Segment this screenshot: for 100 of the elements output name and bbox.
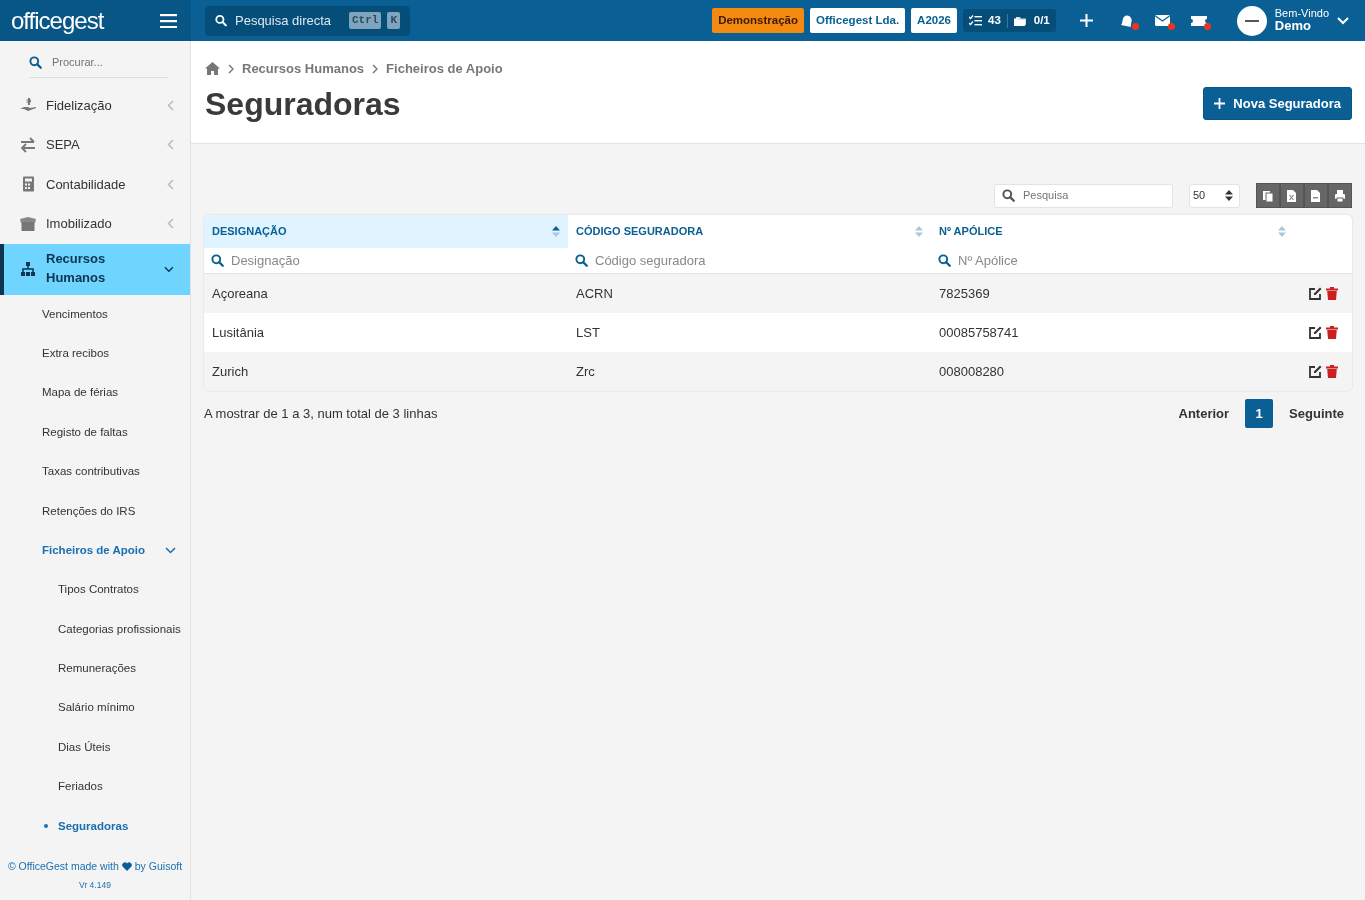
chevron-right-icon — [228, 63, 234, 74]
table-cell-text: Zrc — [575, 362, 596, 381]
envelope-icon — [1154, 13, 1171, 28]
page-size-select[interactable]: 50 — [1189, 183, 1240, 208]
menu-item[interactable]: Salário mínimo — [0, 688, 190, 728]
badge[interactable]: Officegest Lda. — [810, 7, 906, 34]
search-icon — [211, 254, 224, 267]
csv-button[interactable] — [1304, 183, 1328, 208]
folder-icon — [1013, 15, 1028, 26]
plus-icon[interactable] — [1079, 14, 1093, 27]
menu-icon[interactable] — [160, 13, 177, 28]
trash-icon[interactable] — [1326, 326, 1338, 339]
logo: officegest — [11, 8, 104, 33]
chevron-right-icon — [372, 63, 379, 74]
table-cell-text: ACRN — [575, 284, 614, 303]
menu-item[interactable]: Fidelização — [0, 85, 190, 125]
counter: 43 — [988, 12, 1001, 28]
bell-icon — [1118, 13, 1135, 28]
home-icon[interactable] — [205, 62, 220, 76]
new-button[interactable]: Nova Seguradora — [1203, 86, 1352, 121]
menu-item[interactable]: Retenções do IRS — [0, 491, 190, 531]
table-cell-text: 008008280 — [938, 362, 1006, 381]
menu-item[interactable]: Vencimentos — [0, 294, 190, 334]
menu-item[interactable]: Categorias profissionais — [0, 609, 190, 649]
page-button[interactable]: 1 — [1245, 399, 1274, 428]
menu-item[interactable]: Remunerações — [0, 649, 190, 689]
search-field[interactable]: Procurar... — [50, 53, 160, 72]
copy-button[interactable] — [1256, 183, 1280, 208]
next-link[interactable]: Seguinte — [1289, 403, 1344, 424]
keyboard-key: K — [387, 12, 400, 29]
sort-icon — [915, 226, 923, 237]
checklist-icon — [969, 15, 982, 26]
table-cell-text: Lusitânia — [211, 323, 266, 342]
hand-coin-icon — [20, 97, 36, 114]
excel-file-icon — [1287, 189, 1297, 202]
table-cell-text: 00085758741 — [938, 323, 1020, 342]
table-cell-text: 7825369 — [938, 284, 991, 303]
credit-text[interactable]: by Guisoft — [134, 858, 183, 875]
excel-button[interactable] — [1280, 183, 1304, 208]
search-field[interactable]: Pesquisa directa — [233, 9, 343, 32]
menu-item[interactable]: Seguradoras — [0, 806, 190, 846]
menu-item[interactable]: Feriados — [0, 767, 190, 807]
edit-icon[interactable] — [1309, 326, 1322, 339]
badge[interactable]: Demonstração — [712, 7, 804, 34]
plus-icon — [1214, 98, 1226, 110]
table-info: A mostrar de 1 a 3, num total de 3 linhas — [204, 404, 438, 423]
breadcrumb-link[interactable]: Recursos Humanos — [242, 59, 365, 79]
table-cell-text: Zurich — [211, 362, 250, 381]
chevron-down-icon[interactable] — [165, 547, 176, 555]
sort-icon — [552, 226, 560, 237]
search-icon — [215, 14, 227, 27]
menu-item[interactable]: Imobilizado — [0, 204, 190, 244]
greeting: Bem-Vindo — [1274, 7, 1329, 20]
version-text: Vr 4.149 — [78, 879, 112, 892]
column-header[interactable]: Nº APÓLICE — [931, 215, 1294, 248]
menu-item[interactable]: SEPA — [0, 125, 190, 165]
avatar — [1236, 5, 1267, 36]
search-box[interactable]: Pesquisa — [994, 183, 1173, 208]
credit-text: © OfficeGest made with — [7, 858, 119, 874]
trash-icon[interactable] — [1326, 365, 1338, 378]
menu-item[interactable]: Recursos Humanos — [0, 243, 190, 295]
sitemap-icon — [20, 261, 36, 277]
search-icon — [575, 254, 588, 267]
menu-item[interactable]: Mapa de férias — [0, 373, 190, 413]
search-icon — [29, 55, 42, 69]
search-box[interactable]: Pesquisa directa Ctrl K — [205, 5, 410, 36]
menu-item[interactable]: Taxas contributivas — [0, 452, 190, 492]
print-button[interactable] — [1328, 183, 1352, 208]
menu-item[interactable]: Registo de faltas — [0, 412, 190, 453]
column-header[interactable]: CÓDIGO SEGURADORA — [568, 215, 931, 248]
calculator-icon — [20, 176, 36, 193]
edit-icon[interactable] — [1309, 287, 1322, 300]
sort-icon — [1278, 226, 1286, 237]
user-name[interactable]: Demo — [1274, 19, 1329, 34]
keyboard-key: Ctrl — [349, 12, 382, 29]
csv-file-icon — [1311, 189, 1321, 202]
menu-item[interactable]: Tipos Contratos — [0, 570, 190, 610]
menu-item[interactable]: Contabilidade — [0, 164, 190, 204]
column-header[interactable]: DESIGNAÇÃO — [204, 215, 568, 248]
search-icon — [938, 254, 951, 267]
heart-icon — [121, 861, 132, 871]
print-icon — [1335, 189, 1345, 202]
chevron-down-icon[interactable] — [164, 265, 174, 273]
page-title: Seguradoras — [205, 84, 401, 123]
previous-link[interactable]: Anterior — [1178, 403, 1230, 424]
counter: 0/1 — [1033, 12, 1050, 28]
table-cell-text: LST — [575, 323, 601, 342]
badge[interactable]: A2026 — [911, 7, 957, 34]
search-icon — [1002, 189, 1015, 202]
menu-item[interactable]: Ficheiros de Apoio — [0, 530, 190, 571]
box-icon — [20, 215, 36, 232]
menu-item[interactable]: Extra recibos — [0, 333, 190, 374]
menu-item[interactable]: Dias Úteis — [0, 727, 190, 768]
sort-icon — [1225, 190, 1233, 201]
breadcrumb-link[interactable]: Ficheiros de Apoio — [386, 59, 503, 79]
table-cell-text: Açoreana — [211, 284, 269, 303]
ticket-icon — [1190, 13, 1207, 28]
copy-icon — [1263, 189, 1273, 202]
edit-icon[interactable] — [1309, 365, 1322, 378]
trash-icon[interactable] — [1326, 287, 1338, 300]
